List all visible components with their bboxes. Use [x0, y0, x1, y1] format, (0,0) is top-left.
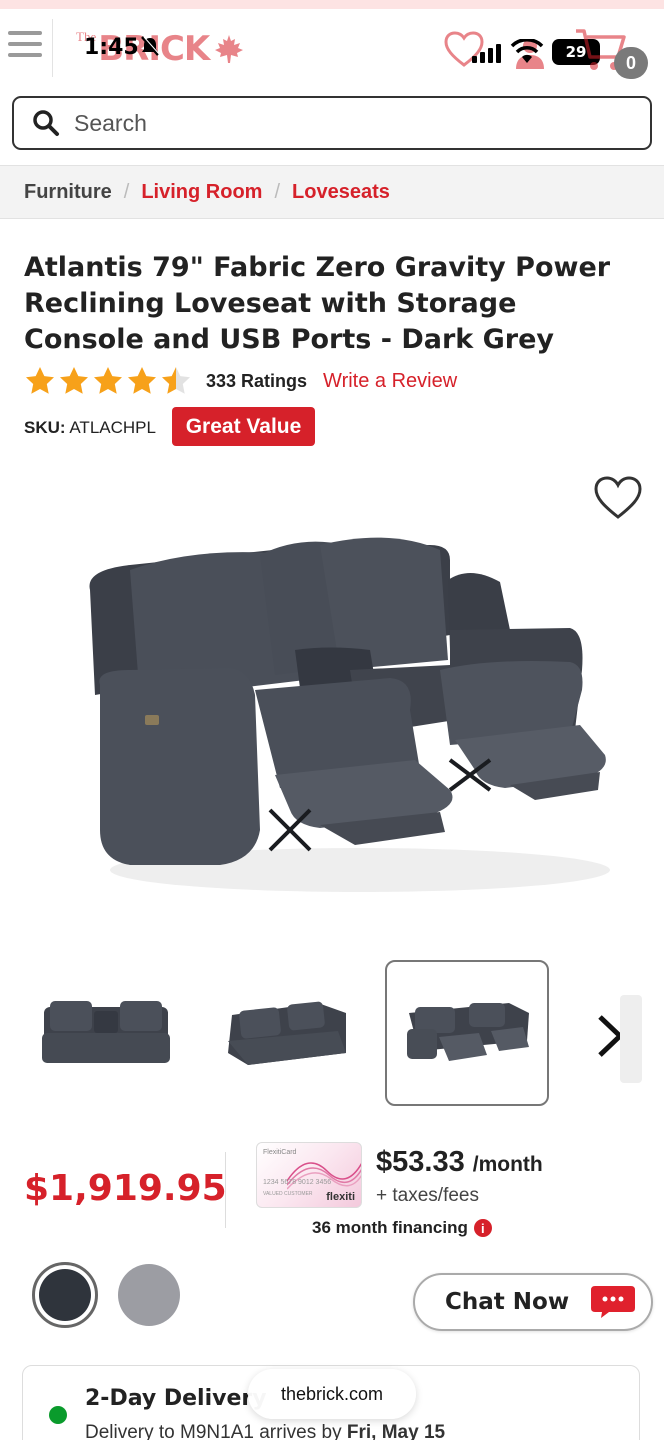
cellular-signal-icon	[472, 44, 501, 63]
great-value-badge: Great Value	[172, 407, 315, 446]
add-to-wishlist-heart-icon[interactable]	[592, 474, 644, 522]
header-divider	[52, 19, 53, 77]
chat-bubble-icon	[591, 1286, 636, 1318]
product-price: $1,919.95	[24, 1168, 227, 1209]
delivery-status-dot	[49, 1406, 67, 1424]
taxes-fees: + taxes/fees	[376, 1185, 479, 1206]
product-sku: SKU: ATLACHPL	[24, 418, 156, 438]
sku-label: SKU:	[24, 418, 66, 437]
product-rating: 333 Ratings Write a Review	[24, 364, 457, 398]
star-icon	[94, 367, 122, 394]
site-header: The BRICK 1:45 29 0	[0, 9, 664, 87]
card-holder: VALUED CUSTOMER	[263, 1191, 313, 1197]
rating-count[interactable]: 333 Ratings	[206, 371, 307, 392]
search-input[interactable]	[74, 109, 594, 137]
breadcrumb-loveseats[interactable]: Loveseats	[292, 181, 390, 204]
card-number: 1234 5678 9012 3456	[263, 1179, 332, 1186]
cart-count-badge[interactable]: 0	[614, 47, 648, 79]
product-title: Atlantis 79" Fabric Zero Gravity Power R…	[24, 252, 611, 355]
breadcrumb: Furniture / Living Room / Loveseats	[0, 165, 664, 219]
financing-term: 36 month financing i	[312, 1218, 492, 1238]
wifi-icon	[510, 39, 544, 63]
monthly-amount: $53.33	[376, 1146, 465, 1178]
write-review-link[interactable]: Write a Review	[323, 370, 457, 393]
breadcrumb-separator: /	[274, 180, 281, 203]
breadcrumb-furniture[interactable]: Furniture	[24, 181, 112, 204]
search-bar[interactable]	[12, 96, 652, 150]
thumbnail-image	[228, 1001, 346, 1065]
maple-leaf-icon	[215, 35, 244, 63]
delivery-text-prefix: Delivery to M9N1A1 arrives by	[85, 1422, 347, 1440]
monthly-unit: /month	[472, 1153, 543, 1176]
swatch-dark-grey-selected[interactable]	[32, 1262, 98, 1328]
thumbnail-front[interactable]	[24, 960, 188, 1106]
breadcrumb-living-room[interactable]: Living Room	[141, 181, 262, 204]
star-icon	[60, 367, 88, 394]
flexiti-card-image: FlexitiCard 1234 5678 9012 3456 VALUED C…	[256, 1142, 362, 1208]
search-icon[interactable]	[32, 109, 60, 137]
silent-bell-icon	[140, 36, 161, 56]
star-icon	[26, 367, 54, 394]
delivery-text: Delivery to M9N1A1 arrives by Fri, May 1…	[85, 1422, 445, 1440]
delivery-title: 2-Day Delivery	[85, 1386, 267, 1411]
chat-now-button[interactable]: Chat Now	[413, 1273, 653, 1331]
product-image[interactable]	[70, 520, 620, 910]
star-rating[interactable]	[24, 365, 194, 397]
thumbnail-angle[interactable]	[204, 960, 368, 1106]
half-star-icon	[162, 367, 190, 394]
browser-url-pill[interactable]: thebrick.com	[248, 1369, 416, 1419]
chat-now-label: Chat Now	[445, 1289, 570, 1315]
top-strip	[0, 0, 664, 9]
sku-value: ATLACHPL	[69, 418, 156, 437]
card-brand: flexiti	[326, 1191, 355, 1203]
menu-icon[interactable]	[8, 31, 42, 59]
image-thumbnails	[0, 955, 664, 1110]
thumbnail-image	[42, 1001, 170, 1063]
financing-text: 36 month financing	[312, 1218, 468, 1237]
breadcrumb-separator: /	[123, 180, 130, 203]
thumbnail-image	[407, 1003, 529, 1061]
swatch-light-grey[interactable]	[118, 1264, 180, 1326]
status-time-text: 1:45	[84, 35, 139, 60]
monthly-payment: $53.33 /month	[376, 1146, 543, 1179]
star-icon	[128, 367, 156, 394]
status-time: 1:45	[84, 35, 161, 60]
info-icon[interactable]: i	[473, 1219, 492, 1237]
thumbnail-next-peek[interactable]	[620, 995, 642, 1083]
thumbnail-reclined-selected[interactable]	[385, 960, 549, 1106]
price-divider	[225, 1152, 226, 1228]
delivery-date: Fri, May 15	[346, 1422, 446, 1440]
swatch-dark-grey-fill	[39, 1269, 91, 1321]
